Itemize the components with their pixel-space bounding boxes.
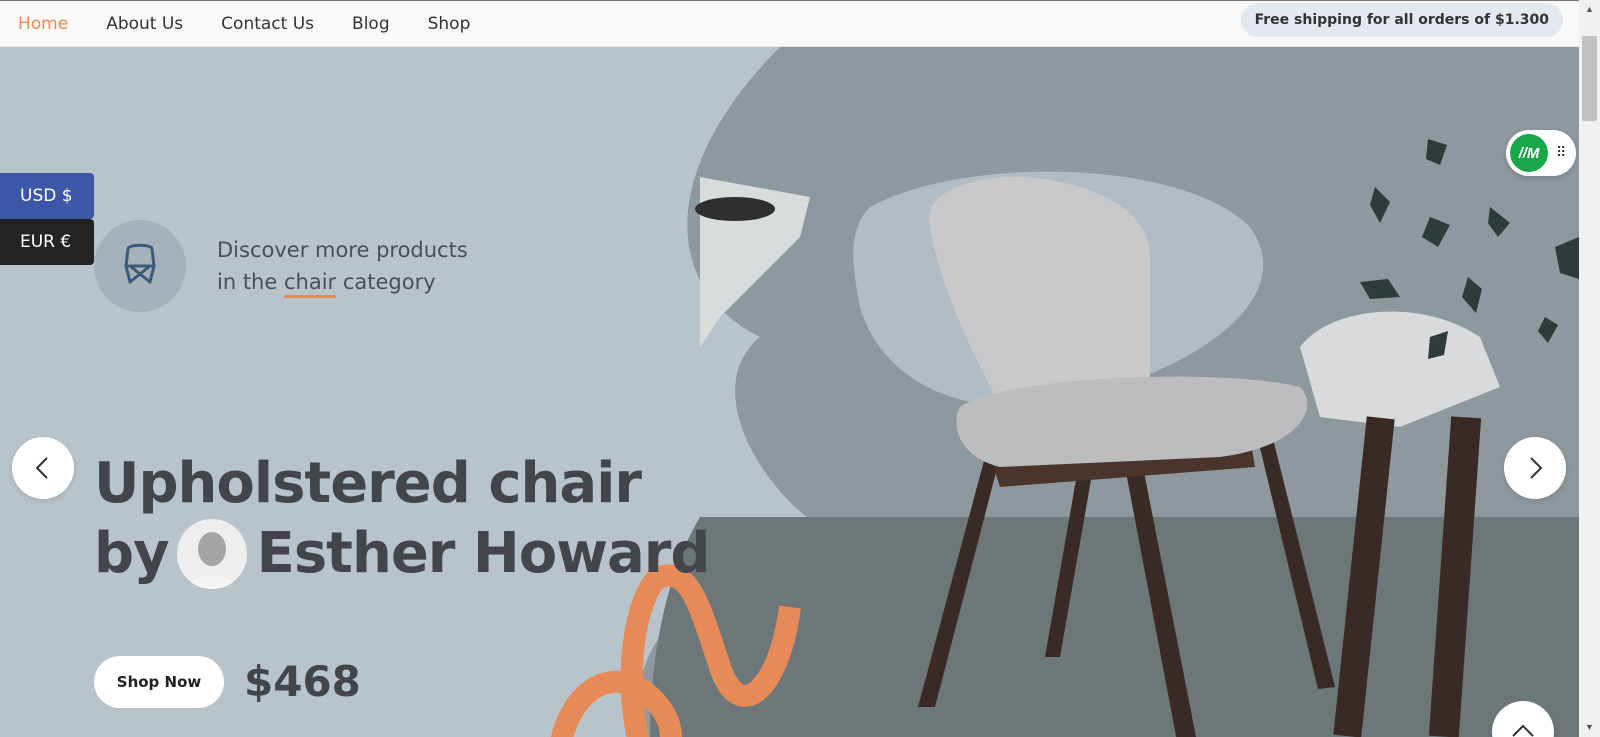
scroll-down-arrow-icon[interactable]: ▼ xyxy=(1585,722,1594,732)
chevron-up-icon xyxy=(1512,724,1534,737)
chevron-left-icon xyxy=(35,457,48,479)
product-price: $468 xyxy=(244,657,361,706)
slider-prev-button[interactable] xyxy=(12,437,74,499)
hero-headline-line-1: Upholstered chair xyxy=(94,451,642,516)
top-navigation-bar: Home About Us Contact Us Blog Shop Free … xyxy=(0,0,1579,47)
category-line-2: in the chair category xyxy=(217,266,468,298)
designer-portrait-icon xyxy=(186,532,237,589)
main-nav: Home About Us Contact Us Blog Shop xyxy=(18,1,470,47)
widget-logo: //M xyxy=(1510,134,1548,172)
shop-now-button[interactable]: Shop Now xyxy=(94,656,224,708)
hero-headline: Upholstered chair by Esther Howard xyxy=(94,449,711,595)
nav-contact-link[interactable]: Contact Us xyxy=(221,14,314,34)
nav-about-link[interactable]: About Us xyxy=(106,14,183,34)
currency-usd-option[interactable]: USD $ xyxy=(0,173,94,219)
slider-next-button[interactable] xyxy=(1504,437,1566,499)
category-suffix: category xyxy=(336,270,436,294)
hero-by-text: by xyxy=(94,521,170,587)
page-scrollbar[interactable]: ▲ ▼ xyxy=(1579,0,1600,737)
nav-blog-link[interactable]: Blog xyxy=(352,14,390,34)
chevron-right-icon xyxy=(1530,457,1543,479)
hero-slider: USD $ EUR € Discover more products in th… xyxy=(0,47,1579,737)
chair-icon xyxy=(124,243,156,284)
floating-widget[interactable]: //M ⠿ xyxy=(1506,130,1576,176)
category-chair-link[interactable]: chair xyxy=(284,270,336,294)
nav-home-link[interactable]: Home xyxy=(18,14,68,34)
designer-name: Esther Howard xyxy=(256,521,711,587)
category-chair-badge[interactable] xyxy=(94,220,186,312)
currency-eur-option[interactable]: EUR € xyxy=(0,219,94,265)
hero-headline-line-2: by Esther Howard xyxy=(94,519,711,595)
scrollbar-thumb[interactable] xyxy=(1582,36,1597,121)
category-prompt: Discover more products in the chair cate… xyxy=(217,234,468,298)
drag-handle-icon[interactable]: ⠿ xyxy=(1556,144,1566,161)
category-line-1: Discover more products xyxy=(217,238,468,262)
nav-shop-link[interactable]: Shop xyxy=(428,14,471,34)
designer-avatar xyxy=(176,519,247,589)
hero-background-art xyxy=(550,47,1579,737)
free-shipping-badge: Free shipping for all orders of $1.300 xyxy=(1240,3,1563,37)
scroll-up-arrow-icon[interactable]: ▲ xyxy=(1585,4,1594,14)
category-prefix: in the xyxy=(217,270,284,294)
